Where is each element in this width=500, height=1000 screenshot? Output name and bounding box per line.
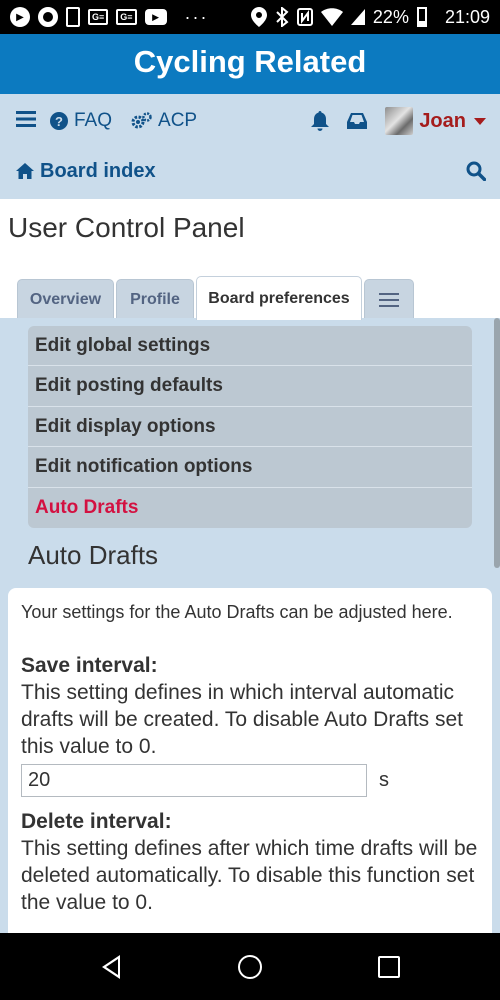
caret-down-icon <box>474 117 486 125</box>
settings-box: Your settings for the Auto Drafts can be… <box>8 588 492 933</box>
scrollbar[interactable] <box>494 318 500 568</box>
tab-more[interactable] <box>364 279 414 319</box>
avatar <box>385 107 414 135</box>
acp-label: ACP <box>158 110 198 131</box>
home-button-icon[interactable] <box>238 955 262 979</box>
svg-text:?: ? <box>55 114 63 129</box>
tab-label: Overview <box>29 290 102 308</box>
battery-icon <box>416 7 427 27</box>
intro-text: Your settings for the Auto Drafts can be… <box>21 602 453 622</box>
save-interval-input[interactable]: 20 <box>21 764 367 797</box>
system-nav-bar <box>0 933 500 1000</box>
bell-icon[interactable] <box>311 111 330 131</box>
tab-board-preferences[interactable]: Board preferences <box>196 276 362 320</box>
youtube-icon: ▶ <box>144 9 167 25</box>
board-index-label: Board index <box>40 159 156 182</box>
tab-label: Board preferences <box>208 289 350 307</box>
ucp-panel: Edit global settings Edit posting defaul… <box>0 318 500 933</box>
phone-icon <box>66 7 80 27</box>
acp-link[interactable]: ACP <box>130 110 197 132</box>
faq-link[interactable]: ? FAQ <box>50 110 112 132</box>
status-bar: ▶ G≡ G≡ ▶ ··· 22% 21:09 <box>0 0 500 34</box>
delete-interval-label: Delete interval: <box>21 810 172 833</box>
battery-percent: 22% <box>372 6 409 27</box>
wifi-icon <box>320 8 343 26</box>
delete-interval-description: This setting defines after which time dr… <box>21 837 478 914</box>
home-icon <box>16 163 34 179</box>
board-index-link[interactable]: Board index <box>16 160 156 183</box>
recent-apps-icon[interactable] <box>378 956 400 978</box>
bluetooth-icon <box>276 7 289 27</box>
inbox-icon[interactable] <box>347 113 368 129</box>
overflow-icon: ··· <box>184 6 209 27</box>
search-icon[interactable] <box>466 161 486 181</box>
menu-icon <box>379 292 399 307</box>
tab-label: Profile <box>130 290 180 308</box>
menu-item-auto-drafts[interactable]: Auto Drafts <box>28 488 472 528</box>
menu-item-display-options[interactable]: Edit display options <box>28 407 472 448</box>
save-interval-label: Save interval: <box>21 654 158 677</box>
location-icon <box>250 7 267 27</box>
menu-item-global-settings[interactable]: Edit global settings <box>28 326 472 367</box>
tab-overview[interactable]: Overview <box>17 279 114 319</box>
record-icon <box>38 7 58 27</box>
play-icon: ▶ <box>10 7 30 27</box>
ge-icon: G≡ <box>88 9 109 25</box>
save-interval-unit: s <box>379 769 389 791</box>
back-icon-inner <box>106 959 118 975</box>
page-title: User Control Panel <box>8 212 245 243</box>
faq-label: FAQ <box>74 110 113 131</box>
save-interval-description: This setting defines in which interval a… <box>21 681 464 758</box>
clock: 21:09 <box>444 6 490 27</box>
nfc-icon <box>296 8 313 26</box>
site-header: Cycling Related <box>0 34 500 94</box>
section-title: Auto Drafts <box>28 540 159 570</box>
tab-bar: Overview Profile Board preferences <box>0 276 500 320</box>
menu-item-posting-defaults[interactable]: Edit posting defaults <box>28 366 472 407</box>
user-name: Joan <box>419 109 466 132</box>
menu-item-notification-options[interactable]: Edit notification options <box>28 447 472 488</box>
question-circle-icon: ? <box>50 112 68 130</box>
gears-icon <box>131 112 152 129</box>
signal-icon <box>350 9 365 25</box>
ge-icon: G≡ <box>116 9 137 25</box>
navbar: ? FAQ ACP Joan Board index <box>0 94 500 199</box>
site-title[interactable]: Cycling Related <box>134 44 367 79</box>
preferences-menu: Edit global settings Edit posting defaul… <box>28 326 472 528</box>
hamburger-menu-icon[interactable] <box>16 110 36 132</box>
tab-profile[interactable]: Profile <box>116 279 194 319</box>
user-menu[interactable]: Joan <box>385 107 486 135</box>
